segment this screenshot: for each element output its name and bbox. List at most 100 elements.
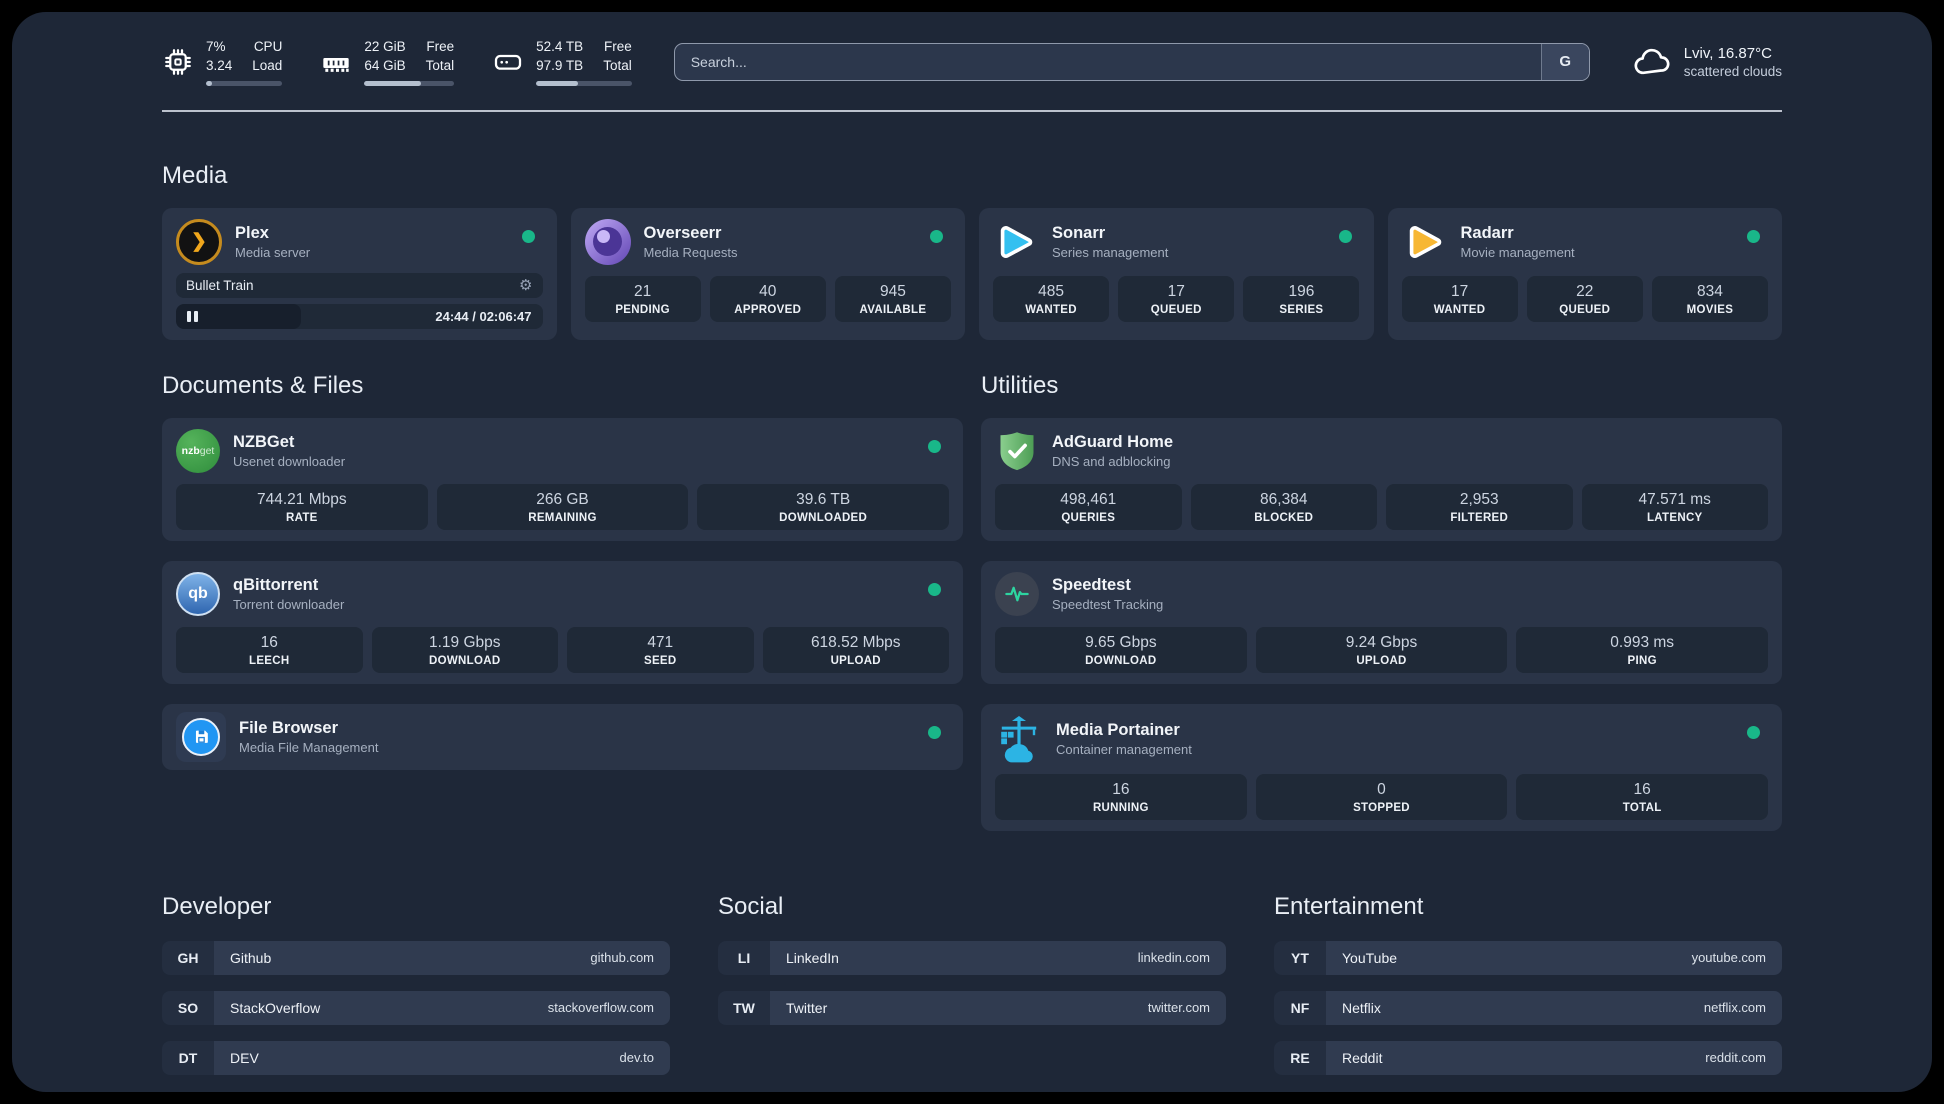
disk-progress-bar — [536, 80, 632, 86]
top-bar: 7% 3.24 CPU Load 22 GiB 64 GiB Free Tota… — [162, 38, 1782, 86]
stat-queued: 22 QUEUED — [1526, 275, 1643, 322]
radarr-icon — [1409, 225, 1441, 258]
card-overseerr[interactable]: Overseerr Media Requests 21 PENDING 40 A… — [570, 207, 965, 340]
weather-widget: Lviv, 16.87°C scattered clouds — [1632, 42, 1782, 82]
now-playing-title: Bullet Train — [186, 277, 254, 293]
ram-free-value: 22 GiB — [364, 39, 406, 54]
stat-approved: 40 APPROVED — [709, 275, 826, 322]
search-bar: G — [673, 42, 1590, 81]
stat-wanted: 485 WANTED — [993, 275, 1110, 322]
adguard-title: AdGuard Home — [1052, 432, 1174, 451]
overseerr-title: Overseerr — [643, 223, 722, 242]
status-dot — [928, 439, 941, 453]
dashboard-panel: 7% 3.24 CPU Load 22 GiB 64 GiB Free Tota… — [12, 12, 1932, 1092]
sonarr-icon — [1000, 225, 1033, 258]
developer-section: Developer GH Github github.com SO StackO… — [162, 893, 670, 1075]
netflix-badge: NF — [1274, 990, 1326, 1025]
stat-stopped: 0 STOPPED — [1255, 773, 1508, 820]
stat-upload: 618.52 Mbps UPLOAD — [762, 626, 949, 673]
qbittorrent-title: qBittorrent — [233, 575, 319, 594]
system-stats: 7% 3.24 CPU Load 22 GiB 64 GiB Free Tota… — [162, 38, 632, 86]
card-speedtest[interactable]: Speedtest Speedtest Tracking 9.65 Gbps D… — [981, 560, 1782, 684]
status-dot — [1747, 725, 1760, 739]
search-provider-button[interactable]: G — [1540, 43, 1589, 80]
overseerr-subtitle: Media Requests — [643, 244, 738, 260]
player-bar[interactable]: 24:44 / 02:06:47 — [176, 303, 543, 329]
card-filebrowser[interactable]: File Browser Media File Management — [162, 703, 963, 770]
link-twitter[interactable]: TW Twitter twitter.com — [718, 990, 1226, 1025]
status-dot — [1338, 229, 1352, 243]
overseerr-icon — [584, 218, 631, 265]
portainer-icon — [1001, 715, 1037, 763]
status-dot — [928, 725, 941, 739]
cpu-stat: 7% 3.24 CPU Load — [162, 38, 283, 86]
portainer-subtitle: Container management — [1056, 741, 1192, 757]
card-nzbget[interactable]: nzb get NZBGet Usenet downloader 744.21 M… — [162, 417, 963, 541]
filebrowser-icon — [176, 711, 226, 762]
stat-available: 945 AVAILABLE — [834, 275, 951, 322]
filebrowser-subtitle: Media File Management — [239, 739, 379, 755]
link-github[interactable]: GH Github github.com — [162, 940, 670, 975]
twitter-badge: TW — [718, 990, 770, 1025]
documents-column: Documents & Files nzb get NZBGet Usenet d… — [162, 372, 963, 831]
nzbget-subtitle: Usenet downloader — [233, 453, 346, 469]
gear-icon[interactable]: ⚙ — [519, 278, 532, 293]
stat-remaining: 266 GB REMAINING — [436, 483, 689, 530]
link-reddit[interactable]: RE Reddit reddit.com — [1274, 1040, 1782, 1075]
qbittorrent-subtitle: Torrent downloader — [233, 596, 345, 612]
stat-filtered: 2,953 FILTERED — [1386, 483, 1573, 530]
card-qbittorrent[interactable]: qb qBittorrent Torrent downloader 16 LEE… — [162, 560, 963, 684]
portainer-title: Media Portainer — [1056, 720, 1180, 739]
youtube-badge: YT — [1274, 940, 1326, 975]
pause-icon[interactable] — [187, 310, 198, 322]
media-cards: ❯ Plex Media server Bullet Train ⚙ 24:44… — [162, 207, 1782, 340]
status-dot — [928, 582, 941, 596]
stat-queued: 17 QUEUED — [1118, 275, 1235, 322]
now-playing-box: Bullet Train ⚙ — [176, 272, 543, 298]
stat-latency: 47.571 ms LATENCY — [1581, 483, 1768, 530]
stat-seed: 471 SEED — [567, 626, 754, 673]
radarr-title: Radarr — [1460, 223, 1514, 242]
stat-leech: 16 LEECH — [176, 626, 363, 673]
filebrowser-title: File Browser — [239, 718, 339, 737]
link-dev[interactable]: DT DEV dev.to — [162, 1040, 670, 1075]
card-radarr[interactable]: Radarr Movie management 17 WANTED 22 QUE… — [1387, 207, 1782, 340]
stat-queries: 498,461 QUERIES — [995, 483, 1182, 530]
card-plex[interactable]: ❯ Plex Media server Bullet Train ⚙ 24:44… — [162, 207, 557, 340]
link-linkedin[interactable]: LI LinkedIn linkedin.com — [718, 940, 1226, 975]
disk-total-label: Total — [603, 57, 632, 73]
ram-total-label: Total — [425, 57, 455, 73]
stat-total: 16 TOTAL — [1516, 773, 1768, 820]
stackoverflow-badge: SO — [162, 990, 214, 1025]
link-youtube[interactable]: YT YouTube youtube.com — [1274, 940, 1782, 975]
cpu-load-label: Load — [252, 57, 283, 73]
cpu-usage-label: CPU — [253, 39, 283, 54]
card-sonarr[interactable]: Sonarr Series management 485 WANTED 17 Q… — [979, 207, 1374, 340]
linkedin-badge: LI — [718, 940, 770, 975]
card-adguard[interactable]: AdGuard Home DNS and adblocking 498,461 … — [981, 417, 1782, 541]
speedtest-subtitle: Speedtest Tracking — [1052, 596, 1164, 612]
stat-running: 16 RUNNING — [995, 773, 1247, 820]
player-time: 24:44 / 02:06:47 — [435, 308, 532, 324]
disk-free-value: 52.4 TB — [536, 39, 584, 54]
stat-downloaded: 39.6 TB DOWNLOADED — [697, 483, 949, 530]
section-title-documents: Documents & Files — [162, 371, 364, 399]
card-portainer[interactable]: Media Portainer Container management 16 … — [981, 703, 1782, 831]
disk-total-value: 97.9 TB — [536, 57, 584, 73]
weather-location: Lviv, 16.87°C — [1683, 44, 1772, 62]
stat-download: 1.19 Gbps DOWNLOAD — [371, 626, 558, 673]
adguard-subtitle: DNS and adblocking — [1052, 453, 1171, 469]
nzbget-title: NZBGet — [233, 432, 295, 451]
plex-icon: ❯ — [176, 218, 222, 265]
stat-rate: 744.21 Mbps RATE — [176, 483, 428, 530]
sonarr-subtitle: Series management — [1052, 244, 1169, 260]
adguard-icon — [1000, 432, 1034, 470]
stat-pending: 21 PENDING — [584, 275, 701, 322]
search-input[interactable] — [674, 43, 1541, 80]
link-netflix[interactable]: NF Netflix netflix.com — [1274, 990, 1782, 1025]
link-stackoverflow[interactable]: SO StackOverflow stackoverflow.com — [162, 990, 670, 1025]
speedtest-title: Speedtest — [1052, 575, 1131, 594]
stat-download: 9.65 Gbps DOWNLOAD — [995, 626, 1247, 673]
ram-free-label: Free — [426, 39, 455, 54]
weather-condition: scattered clouds — [1683, 63, 1782, 79]
